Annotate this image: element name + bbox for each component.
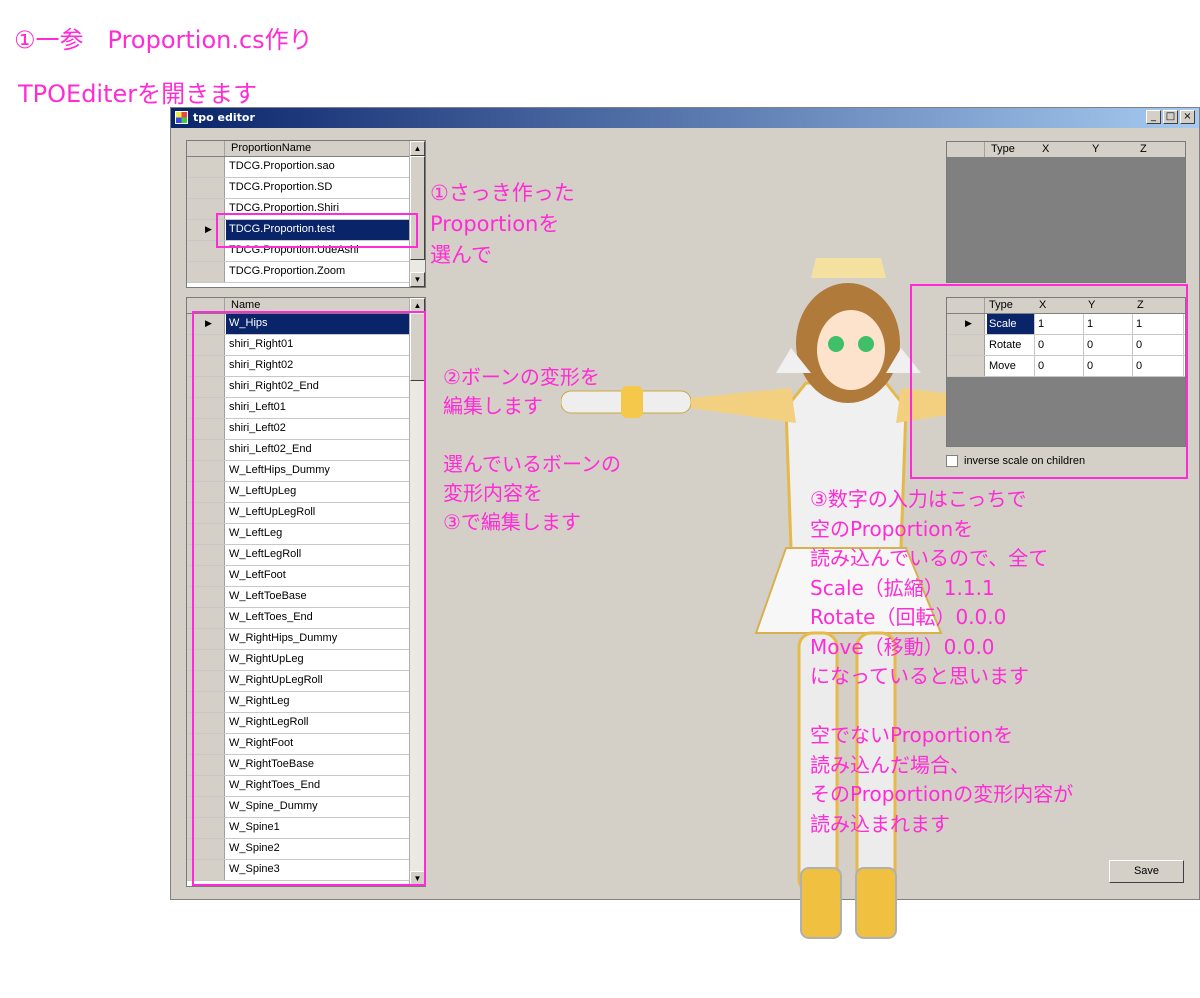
column-header-z[interactable]: Z [1140, 143, 1147, 155]
current-row-arrow-icon: ▶ [205, 224, 212, 234]
annotation-note-2: ②ボーンの変形を 編集します 選んでいるボーンの 変形内容を ③で編集します [443, 365, 621, 534]
top-right-grid-header: Type X Y Z [947, 142, 1185, 158]
row-header[interactable] [187, 157, 225, 177]
cell-name[interactable]: TDCG.Proportion.sao [229, 160, 335, 172]
table-row[interactable]: TDCG.Proportion.Zoom [187, 262, 410, 283]
row-header-corner [947, 142, 985, 157]
maximize-button[interactable]: □ [1163, 110, 1178, 124]
highlight-bone-list [192, 311, 426, 886]
column-header-name[interactable]: Name [231, 299, 260, 311]
close-button[interactable]: × [1180, 110, 1195, 124]
table-row[interactable]: TDCG.Proportion.sao [187, 157, 410, 178]
cell-name[interactable]: TDCG.Proportion.Zoom [229, 265, 345, 277]
column-header-y[interactable]: Y [1092, 143, 1099, 155]
top-right-grid: Type X Y Z [946, 141, 1186, 283]
table-row[interactable]: TDCG.Proportion.SD [187, 178, 410, 199]
column-header-proportion-name[interactable]: ProportionName [231, 142, 311, 154]
scroll-down-icon[interactable]: ▼ [410, 272, 425, 287]
highlight-selected-proportion [216, 213, 418, 248]
app-icon [175, 111, 188, 124]
row-header-corner [187, 141, 225, 156]
save-button[interactable]: Save [1109, 860, 1184, 883]
row-header[interactable] [187, 262, 225, 282]
annotation-note-1: ①さっき作った Proportionを 選んで [430, 181, 575, 267]
minimize-button[interactable]: _ [1146, 110, 1161, 124]
title-bar: tpo editor _ □ × [171, 108, 1199, 128]
column-header-type[interactable]: Type [991, 143, 1015, 155]
row-header[interactable] [187, 178, 225, 198]
annotation-header-2: TPOEditerを開きます [18, 80, 258, 108]
window-title: tpo editor [193, 111, 255, 124]
column-header-x[interactable]: X [1042, 143, 1049, 155]
save-button-label: Save [1133, 865, 1160, 877]
proportion-grid-header: ProportionName [187, 141, 410, 157]
cell-name[interactable]: TDCG.Proportion.SD [229, 181, 332, 193]
highlight-transform-grid [910, 284, 1188, 479]
annotation-note-3: ③数字の入力はこっちで 空のProportionを 読み込んでいるので、全て S… [810, 487, 1074, 836]
annotation-header-1: ①一参 Proportion.cs作り [14, 26, 313, 54]
scroll-up-icon[interactable]: ▲ [410, 141, 425, 156]
